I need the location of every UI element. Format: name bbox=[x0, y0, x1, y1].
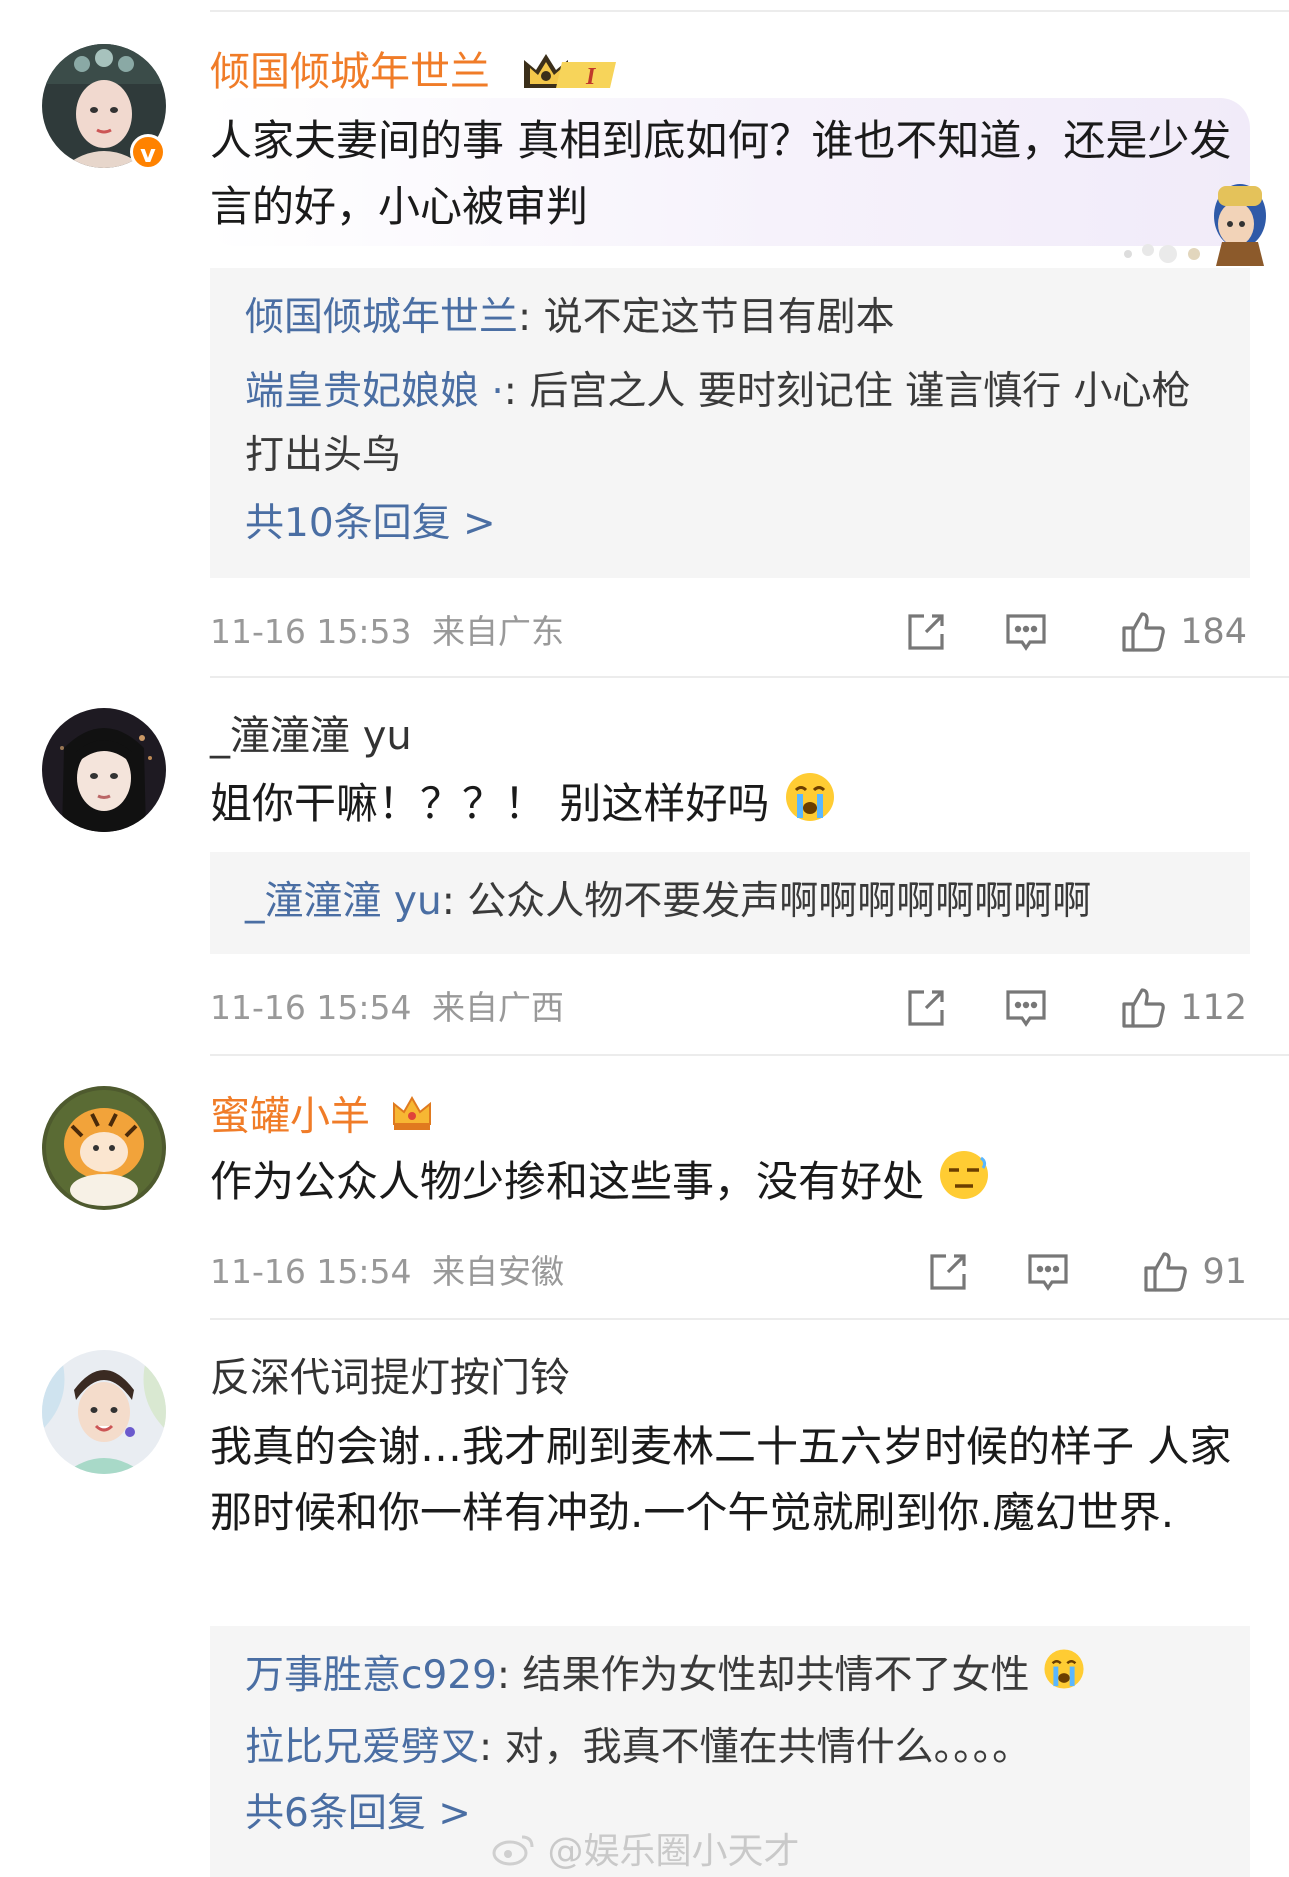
verified-v-icon: v bbox=[130, 134, 166, 170]
thumbs-up-icon[interactable] bbox=[1142, 1248, 1190, 1296]
top-divider bbox=[210, 10, 1289, 12]
comment-location: 来自安徽 bbox=[431, 1252, 564, 1291]
comment-location: 来自广西 bbox=[431, 988, 564, 1027]
comment-time: 11-16 15:54 bbox=[210, 1252, 412, 1291]
like-count: 112 bbox=[1180, 988, 1247, 1028]
comment-actions: 184 bbox=[902, 604, 1247, 660]
reply-box[interactable]: _潼潼潼 yu: 公众人物不要发声啊啊啊啊啊啊啊啊 bbox=[210, 852, 1250, 954]
watermark: @娱乐圈小天才 bbox=[492, 1822, 799, 1876]
crown-icon: I bbox=[520, 48, 620, 100]
comment-text: 作为公众人物少掺和这些事，没有好处 bbox=[210, 1148, 1250, 1221]
reply-text: 结果作为女性却共情不了女性 bbox=[522, 1653, 1030, 1698]
thumbs-up-icon[interactable] bbox=[1120, 984, 1168, 1032]
reply-separator: : bbox=[441, 879, 468, 924]
username-text[interactable]: 倾国倾城年世兰 bbox=[210, 49, 490, 95]
username[interactable]: 蜜罐小羊 bbox=[210, 1090, 435, 1147]
username[interactable]: 反深代词提灯按门铃 bbox=[210, 1354, 570, 1402]
username-text[interactable]: 蜜罐小羊 bbox=[210, 1094, 370, 1140]
crying-emoji-icon bbox=[783, 770, 837, 843]
reply-text: 说不定这节目有剧本 bbox=[543, 295, 895, 340]
avatar[interactable] bbox=[42, 708, 166, 832]
comment-text: 我真的会谢…我才刷到麦林二十五六岁时候的样子 人家那时候和你一样有冲劲.一个午觉… bbox=[210, 1422, 1232, 1537]
comment-text: 人家夫妻间的事 真相到底如何？谁也不知道，还是少发言的好，小心被审判 bbox=[210, 116, 1232, 231]
speechless-emoji-icon bbox=[937, 1148, 991, 1221]
reply-separator: : bbox=[503, 369, 530, 414]
avatar[interactable] bbox=[42, 1086, 166, 1210]
reply-separator: : bbox=[496, 1653, 523, 1698]
username[interactable]: _潼潼潼 yu bbox=[210, 712, 412, 760]
reply-username[interactable]: 倾国倾城年世兰 bbox=[245, 295, 518, 340]
comment-meta: 11-16 15:53 来自广东 bbox=[210, 612, 564, 652]
crown-level: I bbox=[585, 64, 597, 90]
more-replies-link[interactable]: 共10条回复 > bbox=[245, 496, 496, 552]
reply-username[interactable]: _潼潼潼 yu bbox=[245, 879, 442, 924]
reply-separator: : bbox=[518, 295, 544, 340]
reply-text: 公众人物不要发声啊啊啊啊啊啊啊啊 bbox=[467, 879, 1092, 924]
comment-body: 作为公众人物少掺和这些事，没有好处 bbox=[210, 1157, 925, 1206]
watermark-text: @娱乐圈小天才 bbox=[547, 1831, 800, 1872]
comment-divider bbox=[210, 1318, 1289, 1320]
more-replies-link[interactable]: 共6条回复 > bbox=[245, 1786, 471, 1842]
share-icon[interactable] bbox=[902, 984, 950, 1032]
comment-time: 11-16 15:53 bbox=[210, 612, 412, 651]
share-icon[interactable] bbox=[902, 608, 950, 656]
comment-actions: 112 bbox=[902, 980, 1247, 1036]
username[interactable]: 倾国倾城年世兰 bbox=[210, 48, 490, 96]
comment-time: 11-16 15:54 bbox=[210, 988, 412, 1027]
comment-icon[interactable] bbox=[1024, 1248, 1072, 1296]
comment-location: 来自广东 bbox=[431, 612, 564, 651]
comment-meta: 11-16 15:54 来自安徽 bbox=[210, 1252, 564, 1292]
like-count: 184 bbox=[1180, 612, 1247, 652]
share-icon[interactable] bbox=[924, 1248, 972, 1296]
comment-body: 姐你干嘛！？？！ 别这样好吗 bbox=[210, 779, 770, 828]
reply-text: 对，我真不懂在共情什么。。。。 bbox=[504, 1725, 1032, 1770]
like-count: 91 bbox=[1202, 1252, 1247, 1292]
comment-icon[interactable] bbox=[1002, 608, 1050, 656]
reply-username[interactable]: 拉比兄爱劈叉 bbox=[245, 1725, 479, 1770]
reply-box[interactable]: 倾国倾城年世兰: 说不定这节目有剧本 端皇贵妃娘娘 ·: 后宫之人 要时刻记住 … bbox=[210, 268, 1250, 578]
avatar[interactable] bbox=[42, 1350, 166, 1474]
reply-item[interactable]: 端皇贵妃娘娘 ·: 后宫之人 要时刻记住 谨言慎行 小心枪打出头鸟 bbox=[245, 360, 1225, 488]
reply-username[interactable]: 端皇贵妃娘娘 · bbox=[245, 369, 504, 414]
comment-divider bbox=[210, 1054, 1289, 1056]
weibo-logo-icon bbox=[492, 1831, 536, 1876]
comment-actions: 91 bbox=[924, 1244, 1247, 1300]
reply-item[interactable]: _潼潼潼 yu: 公众人物不要发声啊啊啊啊啊啊啊啊 bbox=[245, 872, 1225, 932]
comment-icon[interactable] bbox=[1002, 984, 1050, 1032]
crown-icon bbox=[389, 1090, 435, 1147]
reply-item[interactable]: 万事胜意c929: 结果作为女性却共情不了女性 bbox=[245, 1646, 1225, 1709]
reply-item[interactable]: 拉比兄爱劈叉: 对，我真不懂在共情什么。。。。 bbox=[245, 1718, 1225, 1778]
reply-item[interactable]: 倾国倾城年世兰: 说不定这节目有剧本 bbox=[245, 288, 1225, 348]
comment-text: 姐你干嘛！？？！ 别这样好吗 bbox=[210, 770, 1250, 843]
thumbs-up-icon[interactable] bbox=[1120, 608, 1168, 656]
comment-meta: 11-16 15:54 来自广西 bbox=[210, 988, 564, 1028]
crying-emoji-icon bbox=[1042, 1647, 1086, 1709]
sticker-icon bbox=[1118, 176, 1273, 270]
reply-separator: : bbox=[479, 1725, 505, 1770]
reply-username[interactable]: 万事胜意c929 bbox=[245, 1653, 497, 1698]
comment-divider bbox=[210, 676, 1289, 678]
